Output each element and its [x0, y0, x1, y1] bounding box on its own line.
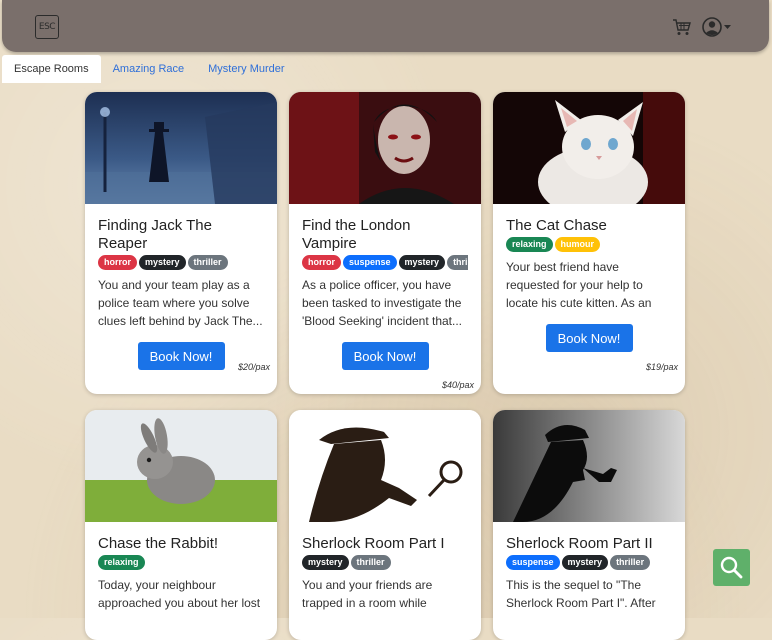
card-description: As a police officer, you have been taske… [302, 278, 463, 328]
card-title: Sherlock Room Part I [302, 535, 445, 552]
card-description: You and your friends are trapped in a ro… [302, 578, 433, 610]
tag-list: horror mystery thriller [98, 255, 264, 270]
tag-badge: suspense [343, 255, 397, 270]
tag-badge: thriller [447, 255, 468, 270]
logo-icon[interactable]: ESC [35, 15, 59, 39]
card-title: Chase the Rabbit! [98, 535, 219, 552]
card-title: The Cat Chase [506, 217, 607, 234]
tag-badge: mystery [139, 255, 186, 270]
room-card[interactable]: Find the London Vampire horror suspense … [289, 92, 481, 394]
chevron-down-icon [724, 25, 731, 29]
room-card[interactable]: The Cat Chase relaxing humour Your best … [493, 92, 685, 394]
book-now-button[interactable]: Book Now! [545, 324, 633, 352]
card-title: Find the London Vampire [302, 217, 411, 252]
tag-badge: mystery [561, 555, 609, 570]
price-label: $20/pax [237, 362, 270, 372]
tag-list: mystery thriller [302, 555, 468, 570]
book-now-button[interactable]: Book Now! [341, 342, 429, 370]
card-image [289, 410, 481, 522]
tag-badge: relaxing [506, 237, 553, 252]
tag-badge: humour [554, 237, 601, 252]
card-image [85, 92, 277, 204]
tag-badge: horror [98, 255, 137, 270]
user-circle-icon[interactable] [702, 16, 732, 38]
tag-badge: thriller [610, 555, 651, 570]
cart-icon[interactable] [672, 18, 692, 36]
card-description: Your best friend have requested for your… [506, 260, 652, 310]
tag-badge: mystery [302, 555, 349, 570]
tag-list: relaxing [98, 555, 264, 570]
tab-mystery-murder[interactable]: Mystery Murder [196, 55, 296, 83]
tag-badge: thriller [350, 555, 391, 570]
card-title: Sherlock Room Part II [506, 535, 653, 552]
room-card[interactable]: Chase the Rabbit! relaxing Today, your n… [85, 410, 277, 640]
search-button[interactable] [713, 549, 750, 586]
book-now-button[interactable]: Book Now! [137, 342, 225, 370]
tab-amazing-race[interactable]: Amazing Race [101, 55, 197, 83]
card-image [493, 92, 685, 204]
navbar: ESC [2, 0, 769, 52]
tag-badge: mystery [398, 255, 446, 270]
search-icon [720, 556, 743, 579]
room-card[interactable]: Finding Jack The Reaper horror mystery t… [85, 92, 277, 394]
tab-escape-rooms[interactable]: Escape Rooms [2, 55, 101, 83]
card-image [493, 410, 685, 522]
price-label: $40/pax [441, 380, 474, 390]
tag-badge: thriller [187, 255, 228, 270]
card-title: Finding Jack The Reaper [98, 217, 212, 252]
price-label: $19/pax [645, 362, 678, 372]
tag-list: relaxing humour [506, 237, 672, 252]
tag-badge: relaxing [98, 555, 145, 570]
card-description: This is the sequel to "The Sherlock Room… [506, 578, 656, 610]
room-card[interactable]: Sherlock Room Part II suspense mystery t… [493, 410, 685, 640]
card-description: You and your team play as a police team … [98, 278, 263, 328]
tag-badge: suspense [506, 555, 560, 570]
category-tabs: Escape Rooms Amazing Race Mystery Murder [2, 55, 297, 83]
card-image [289, 92, 481, 204]
tag-list: suspense mystery thriller [506, 555, 672, 570]
tag-list: horror suspense mystery thriller [302, 255, 468, 270]
room-card[interactable]: Sherlock Room Part I mystery thriller Yo… [289, 410, 481, 640]
tag-badge: horror [302, 255, 341, 270]
card-description: Today, your neighbour approached you abo… [98, 578, 261, 610]
card-image [85, 410, 277, 522]
